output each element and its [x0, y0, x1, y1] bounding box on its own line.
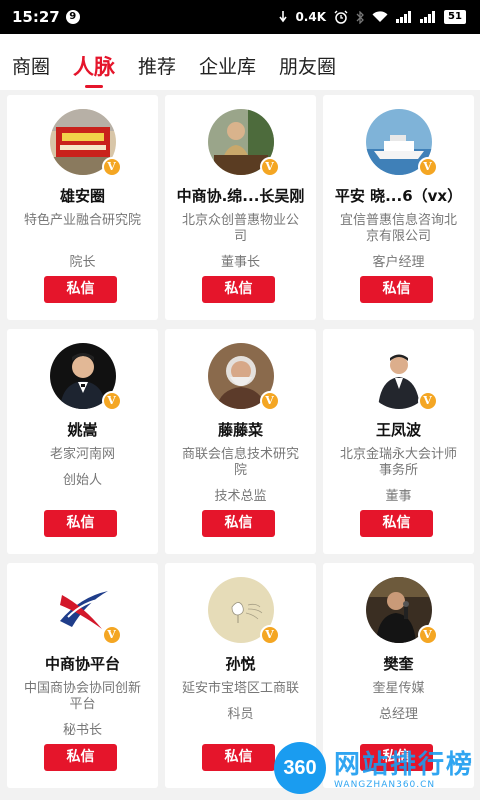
contact-title: 董事 — [385, 489, 412, 504]
contact-card[interactable]: V 姚嵩 老家河南网 创始人 私信 — [7, 329, 158, 554]
contact-name: 雄安圈 — [59, 187, 105, 205]
contact-organization: 北京金瑞永大会计师事务所 — [339, 447, 457, 478]
tab-bar: 商圈 人脉 推荐 企业库 朋友圈 — [0, 34, 480, 90]
private-message-button[interactable]: 私信 — [44, 276, 117, 303]
avatar-wrap: V — [365, 343, 438, 411]
verified-badge-icon: V — [259, 625, 280, 645]
contact-card[interactable]: V 雄安圈 特色产业融合研究院 院长 私信 — [7, 95, 158, 320]
network-speed: 0.4K — [295, 10, 326, 24]
verified-badge-icon: V — [101, 391, 122, 411]
contact-title: 院长 — [69, 255, 96, 270]
watermark-text: 网站排行榜 — [334, 750, 475, 780]
tab-pengyouquan[interactable]: 朋友圈 — [279, 34, 336, 90]
contact-title: 总经理 — [378, 707, 418, 722]
contact-name: 姚嵩 — [67, 421, 98, 439]
verified-badge-icon: V — [417, 157, 438, 177]
private-message-button[interactable]: 私信 — [202, 276, 275, 303]
download-arrow-icon — [279, 11, 288, 23]
avatar-wrap: V — [49, 343, 122, 411]
contact-organization: 特色产业融合研究院 — [23, 213, 141, 228]
contact-card[interactable]: V 中商协.绵...长吴刚 北京众创普惠物业公司 董事长 私信 — [165, 95, 316, 320]
contact-organization: 老家河南网 — [49, 447, 115, 462]
contact-title: 技术总监 — [214, 489, 267, 504]
contact-name: 中商协平台 — [44, 655, 120, 673]
avatar-wrap: V — [365, 109, 438, 177]
verified-badge-icon: V — [101, 157, 122, 177]
verified-badge-icon: V — [417, 625, 438, 645]
private-message-button[interactable]: 私信 — [360, 276, 433, 303]
battery-icon: 51 — [444, 10, 466, 24]
verified-badge-icon: V — [101, 625, 122, 645]
contact-card[interactable]: V 王凤波 北京金瑞永大会计师事务所 董事 私信 — [323, 329, 474, 554]
contact-organization: 延安市宝塔区工商联 — [181, 681, 299, 696]
avatar-wrap: V — [207, 577, 280, 645]
avatar-wrap: V — [49, 577, 122, 645]
contact-organization: 奎星传媒 — [372, 681, 425, 696]
private-message-button[interactable]: 私信 — [202, 744, 275, 771]
contact-title: 董事长 — [220, 255, 260, 270]
contact-name: 中商协.绵...长吴刚 — [176, 187, 305, 205]
status-right: 0.4K 51 — [279, 10, 466, 24]
contact-organization: 中国商协会协同创新平台 — [23, 681, 141, 712]
tab-tuijian[interactable]: 推荐 — [138, 34, 176, 90]
contact-name: 樊奎 — [383, 655, 414, 673]
verified-badge-icon: V — [417, 391, 438, 411]
contact-title: 秘书长 — [62, 723, 102, 738]
avatar-wrap: V — [365, 577, 438, 645]
contact-name: 王凤波 — [375, 421, 421, 439]
contact-card[interactable]: V 中商协平台 中国商协会协同创新平台 秘书长 私信 — [7, 563, 158, 788]
tab-shangquan[interactable]: 商圈 — [12, 34, 50, 90]
status-bar: 15:27 9 0.4K 51 — [0, 0, 480, 34]
contact-title: 创始人 — [62, 473, 102, 488]
watermark-badge: 360 — [274, 742, 326, 794]
watermark-logo: 360 网站排行榜 WANGZHAN360.CN — [272, 738, 477, 798]
contact-card[interactable]: V 藤藤菜 商联会信息技术研究院 技术总监 私信 — [165, 329, 316, 554]
verified-badge-icon: V — [259, 391, 280, 411]
contact-name: 藤藤菜 — [217, 421, 263, 439]
contact-organization: 商联会信息技术研究院 — [181, 447, 299, 478]
watermark-url: WANGZHAN360.CN — [334, 780, 436, 790]
status-time: 15:27 — [12, 8, 60, 26]
contact-title: 科员 — [227, 707, 254, 722]
contact-card[interactable]: V 平安 晓...6（vx） 宜信普惠信息咨询北京有限公司 客户经理 私信 — [323, 95, 474, 320]
contact-name: 孙悦 — [225, 655, 256, 673]
alarm-clock-icon — [334, 10, 348, 24]
avatar-wrap: V — [49, 109, 122, 177]
notification-count-badge: 9 — [65, 10, 80, 24]
bluetooth-icon — [356, 10, 364, 24]
contacts-grid-area: V 雄安圈 特色产业融合研究院 院长 私信 V 中商协.绵...长吴刚 北京众创… — [0, 90, 480, 800]
status-left: 15:27 9 — [12, 8, 80, 26]
avatar-wrap: V — [207, 343, 280, 411]
private-message-button[interactable]: 私信 — [44, 510, 117, 537]
signal-icon — [396, 11, 412, 23]
private-message-button[interactable]: 私信 — [44, 744, 117, 771]
contact-name: 平安 晓...6（vx） — [334, 187, 463, 205]
contact-title: 客户经理 — [372, 255, 425, 270]
tab-renmai[interactable]: 人脉 — [73, 34, 115, 90]
tab-qiyeku[interactable]: 企业库 — [199, 34, 256, 90]
private-message-button[interactable]: 私信 — [202, 510, 275, 537]
verified-badge-icon: V — [259, 157, 280, 177]
contact-organization: 北京众创普惠物业公司 — [181, 213, 299, 244]
wifi-icon — [372, 11, 388, 23]
private-message-button[interactable]: 私信 — [360, 510, 433, 537]
signal-icon — [420, 11, 436, 23]
contact-organization: 宜信普惠信息咨询北京有限公司 — [339, 213, 457, 244]
contacts-grid: V 雄安圈 特色产业融合研究院 院长 私信 V 中商协.绵...长吴刚 北京众创… — [7, 95, 474, 788]
avatar-wrap: V — [207, 109, 280, 177]
